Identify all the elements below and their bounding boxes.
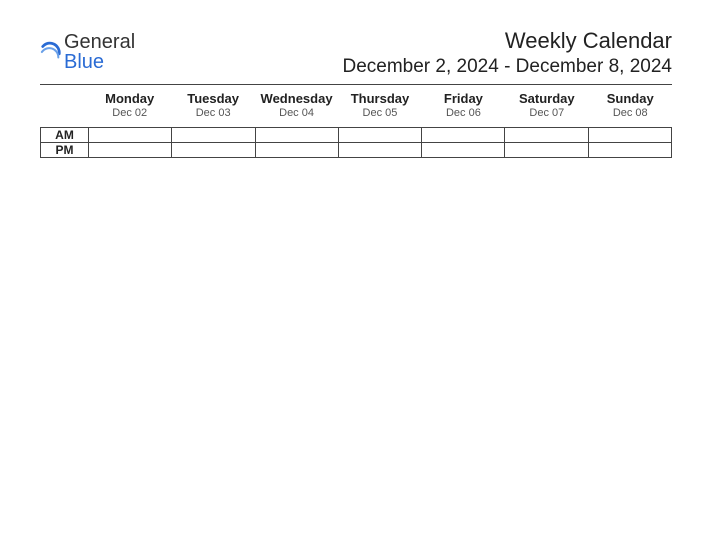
cell-fri-pm [422,143,504,158]
cell-sun-pm [589,143,671,158]
cell-fri-am [422,128,504,143]
day-date: Dec 04 [255,107,338,119]
col-sunday [589,128,671,158]
grid-columns [89,128,671,158]
cell-mon-pm [89,143,171,158]
row-label-pm: PM [41,143,88,158]
cell-sat-pm [505,143,587,158]
day-header-monday: Monday Dec 02 [88,91,171,119]
day-header-thursday: Thursday Dec 05 [338,91,421,119]
cell-wed-am [256,128,338,143]
cell-mon-am [89,128,171,143]
page-title: Weekly Calendar [342,28,672,54]
calendar: Monday Dec 02 Tuesday Dec 03 Wednesday D… [40,85,672,158]
logo: General Blue [40,32,135,72]
cell-tue-pm [172,143,254,158]
col-wednesday [256,128,339,158]
day-name: Wednesday [255,91,338,106]
day-name: Saturday [505,91,588,106]
day-name: Sunday [589,91,672,106]
day-name: Monday [88,91,171,106]
day-name: Thursday [338,91,421,106]
logo-text-general: General [64,31,135,53]
day-header-wednesday: Wednesday Dec 04 [255,91,338,119]
col-friday [422,128,505,158]
day-header-sunday: Sunday Dec 08 [589,91,672,119]
day-name: Tuesday [171,91,254,106]
cell-wed-pm [256,143,338,158]
day-headers-row: Monday Dec 02 Tuesday Dec 03 Wednesday D… [40,85,672,127]
col-monday [89,128,172,158]
day-date: Dec 03 [171,107,254,119]
logo-text-blue: Blue [64,51,104,73]
cell-thu-am [339,128,421,143]
header: General Blue Weekly Calendar December 2,… [40,28,672,78]
page: General Blue Weekly Calendar December 2,… [0,0,712,198]
row-label-am: AM [41,128,88,143]
cell-sun-am [589,128,671,143]
col-saturday [505,128,588,158]
col-thursday [339,128,422,158]
day-date: Dec 02 [88,107,171,119]
calendar-grid: AM PM [40,127,672,158]
day-date: Dec 07 [505,107,588,119]
row-labels: AM PM [41,128,89,158]
day-date: Dec 08 [589,107,672,119]
cell-sat-am [505,128,587,143]
day-date: Dec 06 [422,107,505,119]
day-header-saturday: Saturday Dec 07 [505,91,588,119]
day-header-tuesday: Tuesday Dec 03 [171,91,254,119]
date-range: December 2, 2024 - December 8, 2024 [342,56,672,78]
title-block: Weekly Calendar December 2, 2024 - Decem… [342,28,672,78]
day-header-friday: Friday Dec 06 [422,91,505,119]
corner-spacer [40,91,88,119]
day-date: Dec 05 [338,107,421,119]
cell-tue-am [172,128,254,143]
col-tuesday [172,128,255,158]
cell-thu-pm [339,143,421,158]
globe-swoosh-icon [40,41,62,63]
day-name: Friday [422,91,505,106]
